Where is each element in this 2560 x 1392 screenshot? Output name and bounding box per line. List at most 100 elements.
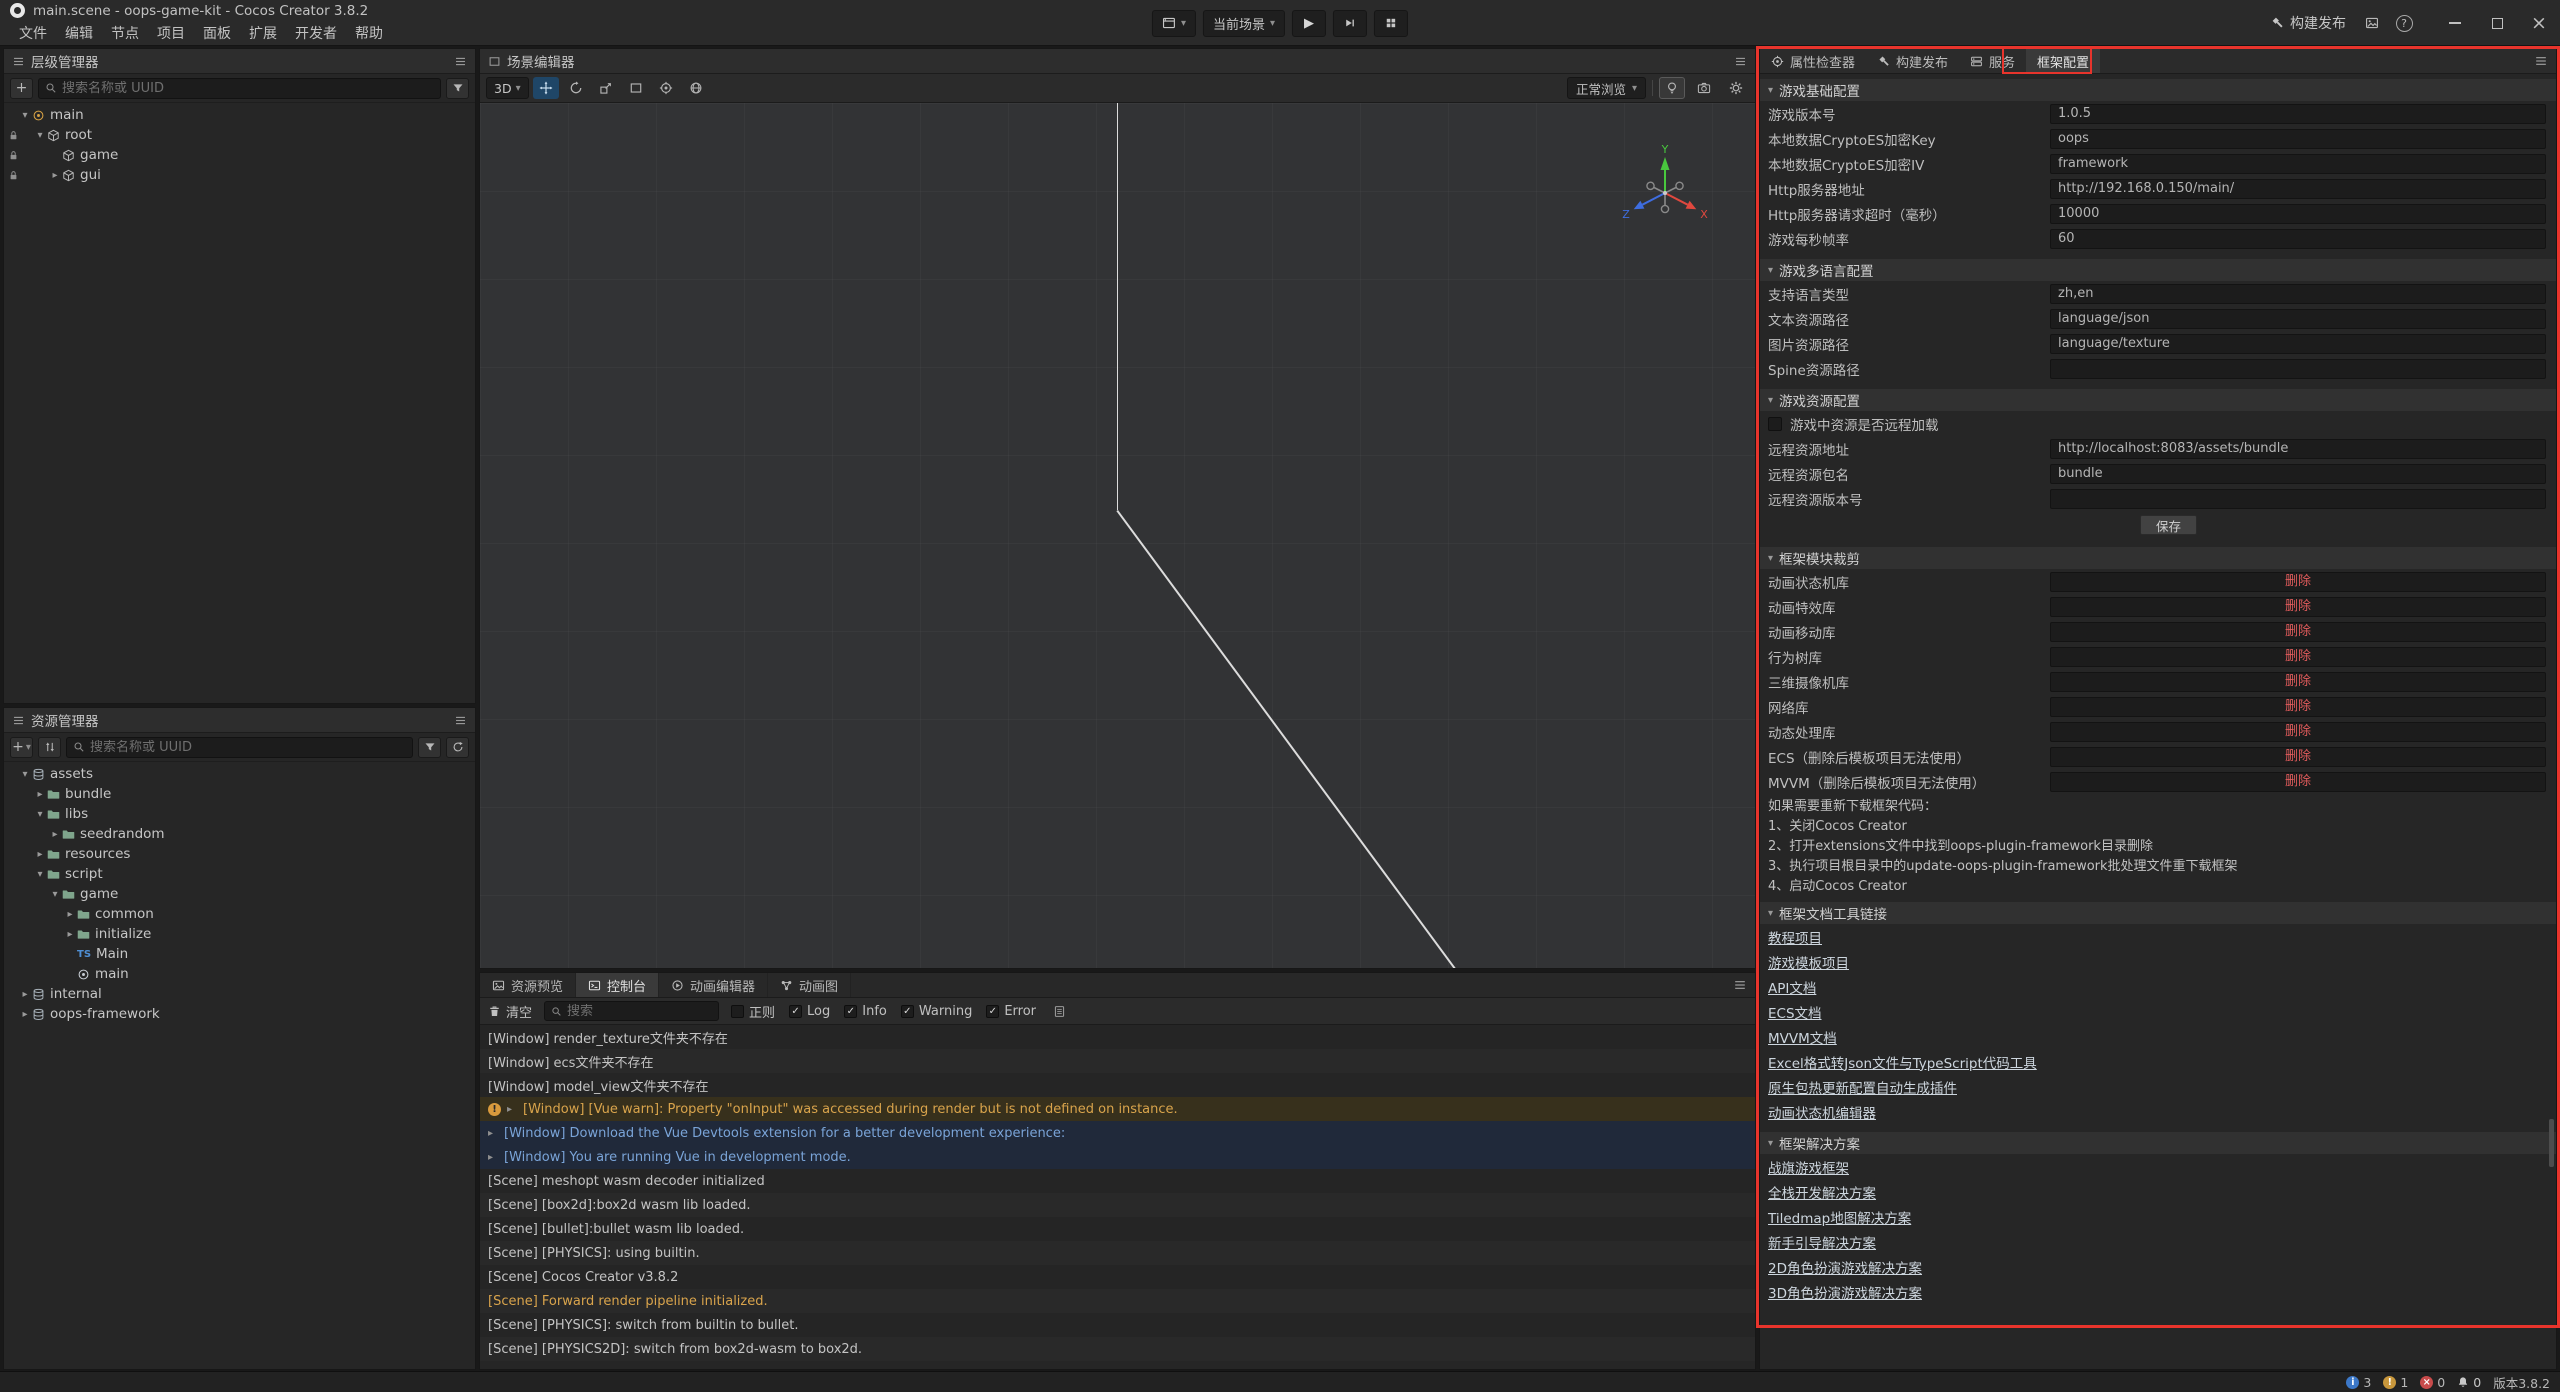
sort-assets-button[interactable] [38, 737, 61, 758]
rotate-tool-button[interactable] [563, 77, 589, 99]
console-tab-console[interactable]: 控制台 [576, 973, 659, 997]
tree-item-game[interactable]: game [4, 145, 475, 165]
languages-input[interactable]: zh,en [2050, 284, 2546, 304]
section-header-game-i18n[interactable]: ▾游戏多语言配置 [1760, 259, 2556, 281]
menu-item[interactable]: 面板 [194, 23, 240, 43]
tree-item-libs[interactable]: ▾libs [4, 804, 475, 824]
menu-item[interactable]: 编辑 [56, 23, 102, 43]
gizmo-y-label[interactable]: Y [1661, 143, 1669, 156]
log-row[interactable]: [Scene] [PHYSICS]: switch from builtin t… [480, 1313, 1755, 1337]
log-row[interactable]: [Window] ecs文件夹不存在 [480, 1049, 1755, 1073]
layout-grid-button[interactable] [1374, 10, 1408, 37]
tree-item-Main[interactable]: TSMain [4, 944, 475, 964]
log-options-button[interactable] [1048, 1005, 1070, 1018]
tree-item-internal[interactable]: ▸internal [4, 984, 475, 1004]
log-row[interactable]: !▸[Window] [Vue warn]: Property "onInput… [480, 1097, 1755, 1121]
inspector-tab-service[interactable]: 服务 [1959, 49, 2026, 73]
panel-menu-icon[interactable] [1734, 55, 1747, 68]
expand-arrow[interactable]: ▸ [18, 989, 32, 1000]
regex-checkbox[interactable]: 正则 [731, 1002, 775, 1021]
log-row[interactable]: [Scene] [PHYSICS]: using builtin. [480, 1241, 1755, 1265]
link-tbs-framework[interactable]: 战旗游戏框架 [1768, 1157, 1849, 1177]
log-row[interactable]: [Scene] [PHYSICS2D]: switch from box2d-w… [480, 1337, 1755, 1361]
log-row[interactable]: [Window] render_texture文件夹不存在 [480, 1025, 1755, 1049]
http-timeout-input[interactable]: 10000 [2050, 204, 2546, 224]
crypto-iv-input[interactable]: framework [2050, 154, 2546, 174]
expand-arrow[interactable]: ▾ [18, 110, 32, 121]
pivot-toggle-button[interactable] [653, 77, 679, 99]
lock-icon[interactable] [8, 149, 19, 165]
mode-3d-toggle[interactable]: 3D▾ [486, 77, 529, 99]
log-row[interactable]: [Scene] meshopt wasm decoder initialized [480, 1169, 1755, 1193]
delete-camera-button[interactable]: 删除 [2050, 672, 2546, 692]
create-node-button[interactable]: + [10, 78, 33, 99]
view-mode-select[interactable]: 正常浏览▾ [1567, 77, 1646, 99]
lang-texture-path-input[interactable]: language/texture [2050, 334, 2546, 354]
console-search-input[interactable] [544, 1001, 719, 1021]
clear-console-button[interactable]: 清空 [488, 1002, 532, 1021]
menu-item[interactable]: 文件 [10, 23, 56, 43]
inspector-tab-framework-config[interactable]: 框架配置 [2026, 49, 2100, 73]
assets-search-field[interactable] [90, 740, 406, 755]
expand-arrow[interactable]: ▾ [33, 130, 47, 141]
menu-item[interactable]: 扩展 [240, 23, 286, 43]
log-row[interactable]: [Window] model_view文件夹不存在 [480, 1073, 1755, 1097]
play-button[interactable]: ▶ [1292, 10, 1326, 37]
delete-animator-button[interactable]: 删除 [2050, 572, 2546, 592]
delete-network-button[interactable]: 删除 [2050, 697, 2546, 717]
maximize-button[interactable] [2476, 0, 2518, 46]
filter-info-checkbox[interactable]: ✓Info [844, 1004, 887, 1019]
expand-arrow[interactable]: ▸ [63, 929, 77, 940]
remote-load-checkbox[interactable] [1768, 417, 1782, 431]
create-asset-button[interactable]: +▾ [10, 737, 33, 758]
tree-item-initialize[interactable]: ▸initialize [4, 924, 475, 944]
delete-behavior-tree-button[interactable]: 删除 [2050, 647, 2546, 667]
section-header-game-basic[interactable]: ▾游戏基础配置 [1760, 79, 2556, 101]
crypto-key-input[interactable]: oops [2050, 129, 2546, 149]
expand-arrow[interactable]: ▸ [507, 1104, 517, 1115]
expand-arrow[interactable]: ▾ [33, 869, 47, 880]
tree-item-script[interactable]: ▾script [4, 864, 475, 884]
link-api-doc[interactable]: API文档 [1768, 977, 1816, 997]
link-hot-update-plugin[interactable]: 原生包热更新配置自动生成插件 [1768, 1077, 1957, 1097]
link-template-project[interactable]: 游戏模板项目 [1768, 952, 1849, 972]
translate-tool-button[interactable] [533, 77, 559, 99]
link-ecs-doc[interactable]: ECS文档 [1768, 1002, 1822, 1022]
tree-item-common[interactable]: ▸common [4, 904, 475, 924]
console-tab-assets-preview[interactable]: 资源预览 [480, 973, 576, 997]
hierarchy-search-input[interactable] [38, 78, 441, 99]
assets-search-input[interactable] [66, 737, 413, 758]
expand-arrow[interactable]: ▸ [48, 170, 62, 181]
http-server-input[interactable]: http://192.168.0.150/main/ [2050, 179, 2546, 199]
gizmo-x-label[interactable]: X [1700, 208, 1708, 221]
log-row[interactable]: ▸[Window] Download the Vue Devtools exte… [480, 1121, 1755, 1145]
expand-arrow[interactable]: ▾ [33, 809, 47, 820]
tree-item-assets[interactable]: ▾assets [4, 764, 475, 784]
view-gizmo[interactable]: Y X Z [1617, 143, 1713, 239]
delete-mvvm-button[interactable]: 删除 [2050, 772, 2546, 792]
menu-item[interactable]: 节点 [102, 23, 148, 43]
step-button[interactable] [1333, 10, 1367, 37]
link-animator-editor[interactable]: 动画状态机编辑器 [1768, 1102, 1876, 1122]
console-tab-animation-editor[interactable]: 动画编辑器 [659, 973, 768, 997]
scene-camera-button[interactable] [1691, 77, 1717, 99]
tree-item-resources[interactable]: ▸resources [4, 844, 475, 864]
status-warning-count[interactable]: !1 [2383, 1375, 2408, 1390]
filter-warning-checkbox[interactable]: ✓Warning [901, 1004, 972, 1019]
notification-badge[interactable]: 0 [2457, 1375, 2481, 1390]
delete-anim-move-button[interactable]: 删除 [2050, 622, 2546, 642]
scrollbar-thumb[interactable] [2549, 1119, 2554, 1167]
link-fullstack-solution[interactable]: 全栈开发解决方案 [1768, 1182, 1876, 1202]
menu-item[interactable]: 项目 [148, 23, 194, 43]
tree-item-root[interactable]: ▾root [4, 125, 475, 145]
hierarchy-filter-button[interactable] [446, 78, 469, 99]
inspector-menu-button[interactable] [2526, 49, 2556, 73]
log-row[interactable]: [Scene] [box2d]:box2d wasm lib loaded. [480, 1193, 1755, 1217]
refresh-assets-button[interactable] [446, 737, 469, 758]
lock-icon[interactable] [8, 129, 19, 145]
expand-arrow[interactable]: ▸ [48, 829, 62, 840]
log-row[interactable]: ▸[Window] You are running Vue in develop… [480, 1145, 1755, 1169]
link-tiledmap-solution[interactable]: Tiledmap地图解决方案 [1768, 1207, 1911, 1227]
link-excel-tool[interactable]: Excel格式转Json文件与TypeScript代码工具 [1768, 1052, 2037, 1072]
game-version-input[interactable]: 1.0.5 [2050, 104, 2546, 124]
